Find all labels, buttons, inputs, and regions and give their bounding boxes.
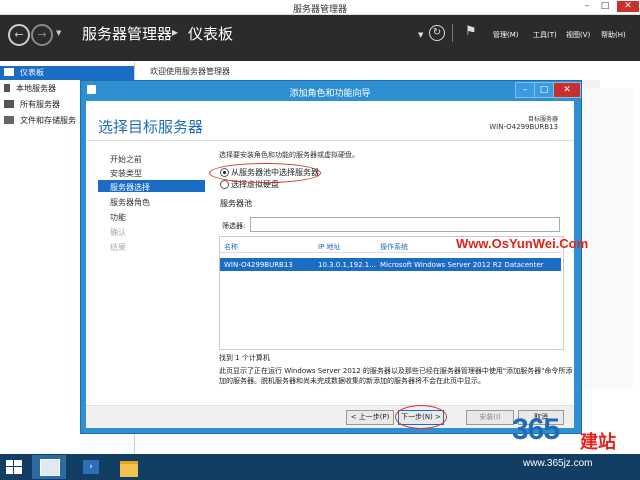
wizard-title: 添加角色和功能向导 — [289, 89, 371, 99]
info-note: 此页显示了正在运行 Windows Server 2012 的服务器以及那些已经… — [219, 367, 573, 385]
logo-url: www.365jz.com — [523, 458, 593, 469]
sidebar-item-label: 仪表板 — [20, 68, 44, 77]
close-button[interactable]: ✕ — [617, 1, 639, 12]
watermark-text: Www.OsYunWei.Com — [456, 236, 589, 251]
annotation-circle — [395, 405, 447, 429]
step-results: 结果 — [110, 243, 126, 252]
wizard-maximize-button[interactable]: □ — [534, 82, 554, 98]
column-header-os[interactable]: 操作系统 — [380, 242, 408, 252]
column-header-name[interactable]: 名称 — [224, 242, 238, 252]
menu-help[interactable]: 帮助(H) — [601, 30, 626, 40]
header-separator — [220, 252, 561, 253]
header-divider — [452, 24, 453, 42]
history-dropdown-icon[interactable]: ▼ — [56, 29, 61, 37]
step-before-you-begin[interactable]: 开始之前 — [110, 154, 142, 165]
row-name: WIN-O4299BURB13 — [224, 261, 293, 269]
step-server-roles[interactable]: 服务器角色 — [110, 197, 150, 208]
filter-input[interactable] — [250, 217, 560, 232]
dashboard-icon — [4, 68, 14, 76]
sidebar-item-dashboard[interactable]: 仪表板 — [0, 66, 134, 80]
minimize-button[interactable]: – — [579, 1, 595, 12]
window-title: 服务器管理器 — [292, 5, 347, 15]
windows-start-icon[interactable] — [6, 460, 22, 474]
powershell-icon: › — [83, 460, 99, 474]
menu-view[interactable]: 视图(V) — [566, 30, 590, 40]
step-installation-type[interactable]: 安装类型 — [110, 168, 142, 179]
sidebar-item-label: 所有服务器 — [20, 100, 60, 109]
taskbar-powershell[interactable]: › — [74, 455, 108, 479]
filter-label: 筛选器: — [222, 222, 246, 230]
step-confirmation: 确认 — [110, 228, 126, 237]
server-pool-title: 服务器池 — [220, 199, 252, 208]
server-icon — [4, 84, 10, 92]
breadcrumb-current: 仪表板 — [188, 25, 234, 43]
maximize-button[interactable]: □ — [597, 1, 613, 12]
server-list — [219, 236, 564, 350]
annotation-circle — [209, 163, 321, 183]
dropdown-icon[interactable]: ▼ — [418, 31, 423, 39]
wizard-heading: 选择目标服务器 — [98, 118, 204, 136]
step-server-selection[interactable]: 服务器选择 — [110, 182, 150, 193]
destination-label: 目标服务器 — [527, 116, 558, 123]
servers-icon — [4, 100, 14, 108]
logo-number: 365 — [512, 413, 560, 446]
wizard-close-button[interactable]: ✕ — [553, 82, 581, 98]
found-count: 找到 1 个计算机 — [219, 354, 270, 362]
server-manager-icon — [40, 459, 60, 476]
taskbar-server-manager[interactable] — [32, 455, 66, 479]
breadcrumb-separator: ▸ — [172, 25, 179, 39]
selection-description: 选择要安装角色和功能的服务器或虚拟硬盘。 — [219, 151, 359, 159]
refresh-icon[interactable]: ↻ — [429, 25, 445, 41]
step-features[interactable]: 功能 — [110, 212, 126, 223]
menu-manage[interactable]: 管理(M) — [493, 30, 519, 40]
radio-vhd[interactable] — [220, 180, 229, 189]
menu-tools[interactable]: 工具(T) — [533, 30, 557, 40]
sidebar-item-label: 本地服务器 — [16, 84, 56, 93]
divider — [86, 140, 574, 141]
back-button[interactable]: ← — [8, 24, 30, 46]
wizard-minimize-button[interactable]: – — [515, 82, 535, 98]
storage-icon — [4, 116, 14, 124]
sidebar-item-label: 文件和存储服务 — [20, 116, 76, 125]
forward-button[interactable]: → — [31, 24, 53, 46]
column-header-ip[interactable]: IP 地址 — [318, 242, 341, 252]
folder-icon — [120, 461, 138, 477]
welcome-heading: 欢迎使用服务器管理器 — [150, 67, 230, 76]
logo-text: 建站 — [580, 432, 616, 453]
taskbar-explorer[interactable] — [112, 455, 146, 479]
row-os: Microsoft Windows Server 2012 R2 Datacen… — [380, 261, 544, 269]
install-button[interactable]: 安装(I) — [466, 410, 514, 425]
destination-server: WIN-O4299BURB13 — [489, 123, 558, 131]
flag-icon[interactable]: ⚑ — [465, 24, 477, 39]
row-ip: 10.3.0.1,192.1... — [318, 261, 376, 269]
prev-button[interactable]: < 上一步(P) — [346, 410, 394, 425]
breadcrumb-root[interactable]: 服务器管理器 — [82, 23, 172, 44]
